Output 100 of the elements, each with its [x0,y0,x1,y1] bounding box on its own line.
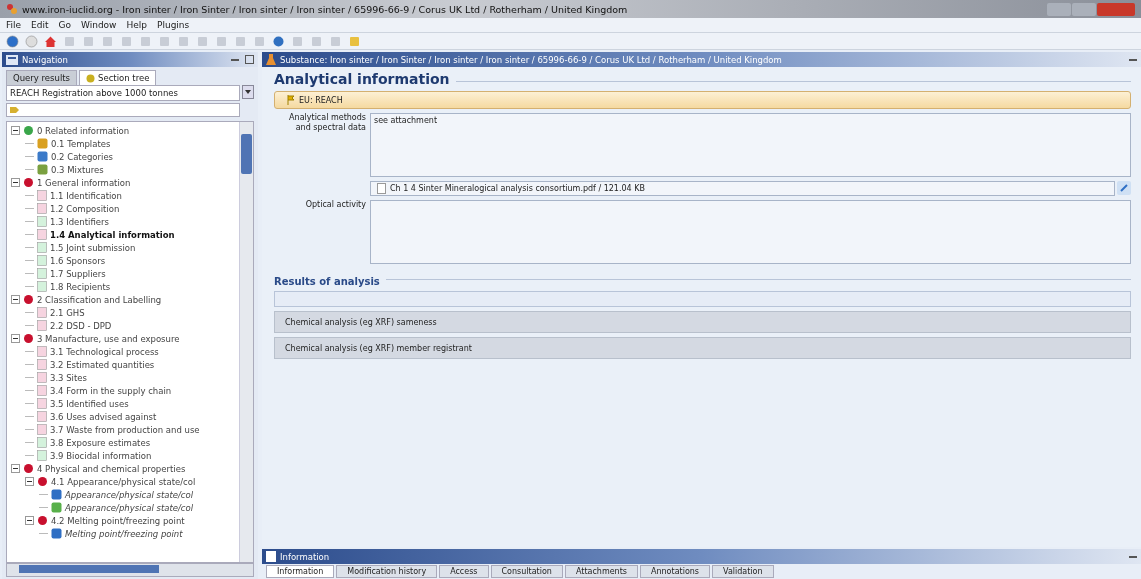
chapter-icon [37,476,48,487]
result-row[interactable]: Chemical analysis (eg XRF) member registrant [274,337,1131,359]
tree-item[interactable]: 4.1 Appearance/physical state/col [51,476,196,487]
search-field[interactable] [6,103,240,117]
tree-item[interactable]: 1.2 Composition [50,203,120,214]
minimize-panel-button[interactable] [231,58,239,61]
minimize-panel-button[interactable] [1129,58,1137,61]
menu-item[interactable]: Plugins [157,20,190,30]
info-tab[interactable]: Annotations [640,565,711,578]
text-area[interactable] [370,200,1131,264]
tree-item[interactable]: 1.6 Sponsors [50,255,106,266]
section-heading: Results of analysis [274,276,380,287]
result-row[interactable]: Chemical analysis (eg XRF) sameness [274,311,1131,333]
tree-item[interactable]: 3.5 Identified uses [50,398,129,409]
tree-item[interactable]: Melting point/freezing point [65,528,183,539]
tree-item[interactable]: 1 General information [37,177,131,188]
attachment-field[interactable]: Ch 1 4 Sinter Mineralogical analysis consortium.pdf / 121.04 KB [370,181,1115,196]
navigation-tab[interactable]: Query results [6,70,77,85]
record-icon [51,528,62,539]
info-tab[interactable]: Modification history [336,565,438,578]
maximize-panel-button[interactable] [245,55,254,64]
info-tab[interactable]: Information [266,565,335,578]
tree-item[interactable]: 3.1 Technological process [50,346,159,357]
flag-label: EU: REACH [299,95,343,105]
panel-title: Information [280,551,330,562]
menu-item[interactable]: Help [126,20,147,30]
record-icon [37,151,48,162]
filter-field[interactable]: REACH Registration above 1000 tonnes [6,85,240,101]
info-tab[interactable]: Validation [712,565,774,578]
flask-icon [266,53,276,66]
editor-title: Substance: Iron sinter / Iron Sinter / Iron sinter / Iron sinter / 65996-66-9 / Corus UK Ltd / Rotherham / United Kingdom [280,54,782,65]
field-label: Optical activity [304,200,366,211]
dropdown-button[interactable] [242,85,254,99]
home-icon[interactable] [44,34,57,48]
horizontal-scrollbar[interactable] [6,563,254,577]
tree-item[interactable]: 1.7 Suppliers [50,268,106,279]
back-icon[interactable] [6,34,19,48]
forward-icon[interactable] [25,34,38,48]
chapter-icon [23,177,34,188]
info-tab[interactable]: Access [439,565,489,578]
expand-toggle[interactable] [25,477,34,486]
tree-item[interactable]: 3.4 Form in the supply chain [50,385,172,396]
expand-toggle[interactable] [11,126,20,135]
navigation-icon [6,54,18,65]
record-icon [51,489,62,500]
tree-item[interactable]: 1.1 Identification [50,190,122,201]
menu-item[interactable]: Window [81,20,117,30]
tree-item[interactable]: 2.2 DSD - DPD [50,320,112,331]
expand-toggle[interactable] [11,334,20,343]
tree-item[interactable]: 1.3 Identifiers [50,216,109,227]
tree-item[interactable]: 3.6 Uses advised against [50,411,157,422]
menu-item[interactable]: Go [58,20,71,30]
tree-item[interactable]: 3.3 Sites [50,372,87,383]
tree-item[interactable]: 3.8 Exposure estimates [50,437,151,448]
chapter-icon [23,125,34,136]
tree-item[interactable]: 3.7 Waste from production and use [50,424,200,435]
tree-item[interactable]: 4 Physical and chemical properties [37,463,186,474]
close-button[interactable] [1097,2,1135,16]
section-heading: Analytical information [274,71,450,87]
tree-item[interactable]: 1.4 Analytical information [50,229,175,240]
chapter-icon [37,515,48,526]
tree-item[interactable]: 0.3 Mixtures [51,164,104,175]
tree-item[interactable]: Appearance/physical state/col [65,502,194,513]
navigation-tab[interactable]: Section tree [79,70,157,85]
chapter-icon [23,294,34,305]
expand-toggle[interactable] [11,464,20,473]
arrow-icon [10,106,20,114]
maximize-button[interactable] [1072,2,1096,16]
field-label: Analytical methods and spectral data [288,113,366,135]
expand-toggle[interactable] [11,295,20,304]
minimize-button[interactable] [1047,2,1071,16]
flag-icon [287,95,295,105]
tree-item[interactable]: 3 Manufacture, use and exposure [37,333,180,344]
record-icon [37,138,48,149]
window-title: www.iron-iuclid.org - Iron sinter / Iron Sinter / Iron sinter / Iron sinter / 65996-66-9 / Corus UK Ltd / Rotherham / United Kingdom [22,3,628,15]
menu-item[interactable]: File [6,20,22,30]
expand-toggle[interactable] [11,178,20,187]
tree-item[interactable]: 1.8 Recipients [50,281,111,292]
tree-item[interactable]: Appearance/physical state/col [65,489,194,500]
tree-item[interactable]: 1.5 Joint submission [50,242,136,253]
scrollbar[interactable] [239,122,253,562]
tree-item[interactable]: 0 Related information [37,125,130,136]
record-icon [51,502,62,513]
info-tab[interactable]: Consultation [490,565,563,578]
tree-item[interactable]: 2.1 GHS [50,307,85,318]
tree-item[interactable]: 3.9 Biocidal information [50,450,152,461]
minimize-panel-button[interactable] [1129,555,1137,558]
panel-title: Navigation [22,54,68,65]
tree-item[interactable]: 2 Classification and Labelling [37,294,162,305]
tree-item[interactable]: 4.2 Melting point/freezing point [51,515,185,526]
expand-toggle[interactable] [25,516,34,525]
app-icon [6,3,18,15]
tree-item[interactable]: 0.1 Templates [51,138,111,149]
info-tab[interactable]: Attachments [564,565,638,578]
record-icon [37,164,48,175]
tree-item[interactable]: 0.2 Categories [51,151,114,162]
menu-item[interactable]: Edit [31,20,49,30]
tree-item[interactable]: 3.2 Estimated quantities [50,359,155,370]
chapter-icon [23,333,34,344]
text-area[interactable]: see attachment [370,113,1131,177]
